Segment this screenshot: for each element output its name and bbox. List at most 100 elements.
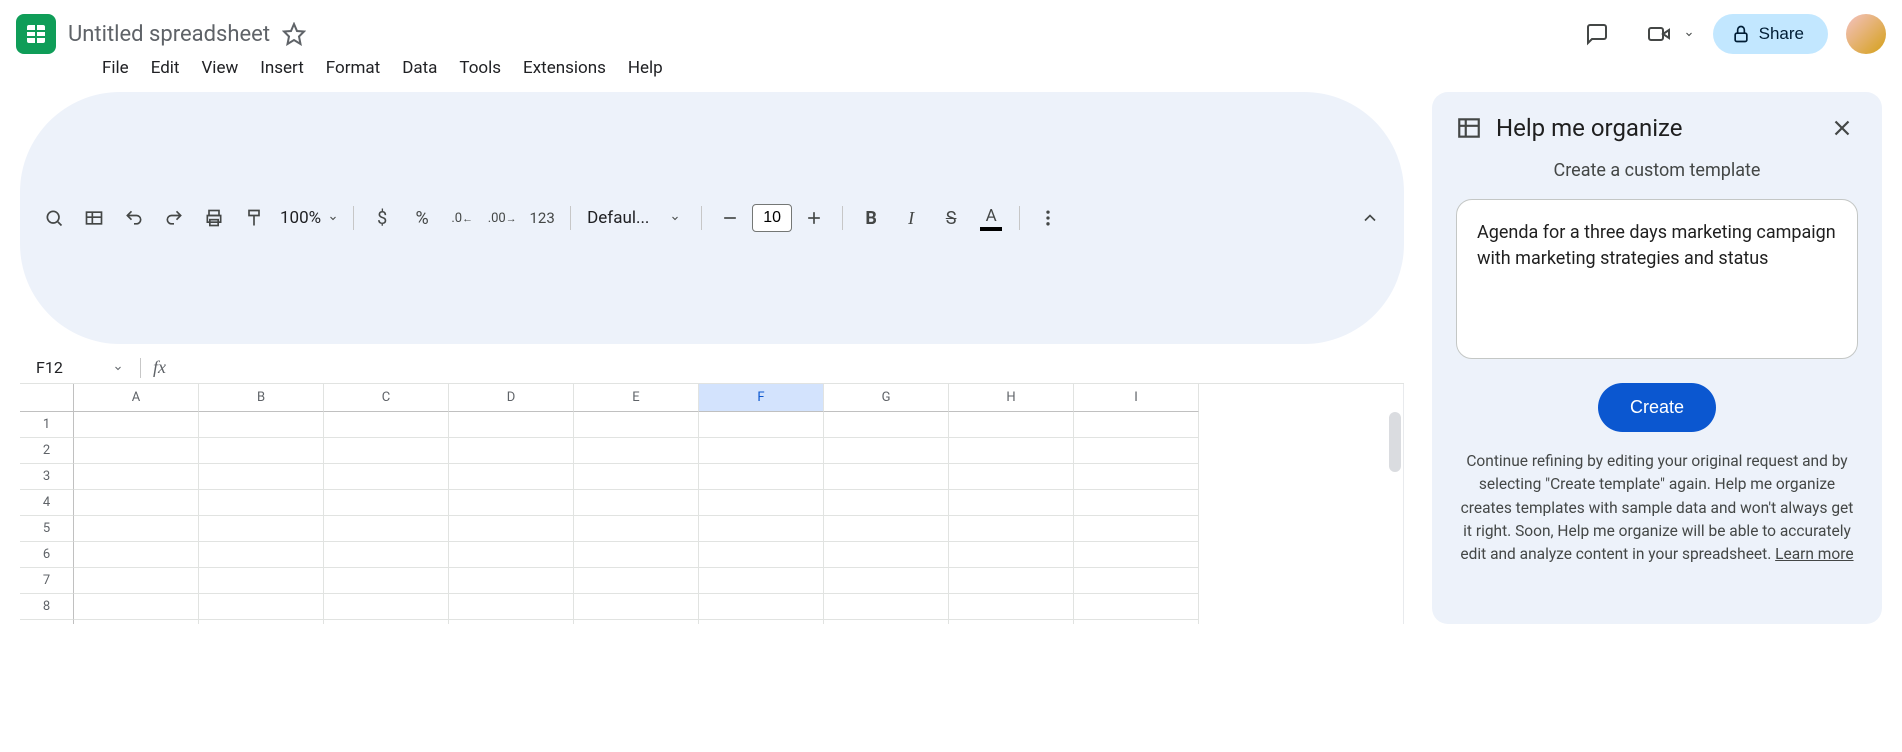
cell[interactable] xyxy=(699,620,824,624)
cell[interactable] xyxy=(199,516,324,542)
cell[interactable] xyxy=(199,568,324,594)
column-header[interactable]: I xyxy=(1074,384,1199,412)
cell[interactable] xyxy=(74,516,199,542)
cell[interactable] xyxy=(449,438,574,464)
row-header[interactable]: 8 xyxy=(20,594,74,620)
cell[interactable] xyxy=(74,594,199,620)
menu-extensions[interactable]: Extensions xyxy=(513,52,616,84)
cell[interactable] xyxy=(199,412,324,438)
cell[interactable] xyxy=(574,516,699,542)
cell[interactable] xyxy=(449,542,574,568)
menu-help[interactable]: Help xyxy=(618,52,673,84)
account-avatar[interactable] xyxy=(1846,14,1886,54)
column-header[interactable]: D xyxy=(449,384,574,412)
cell[interactable] xyxy=(74,542,199,568)
star-icon[interactable] xyxy=(282,22,306,46)
cell[interactable] xyxy=(574,464,699,490)
cell[interactable] xyxy=(949,620,1074,624)
font-family-select[interactable]: Defaul... xyxy=(581,208,691,228)
increase-decimal-icon[interactable]: .00→ xyxy=(484,200,520,236)
cell[interactable] xyxy=(324,568,449,594)
cell[interactable] xyxy=(324,516,449,542)
cell[interactable] xyxy=(949,542,1074,568)
document-title[interactable]: Untitled spreadsheet xyxy=(68,22,270,47)
cell[interactable] xyxy=(449,412,574,438)
menu-edit[interactable]: Edit xyxy=(141,52,190,84)
more-tools-icon[interactable] xyxy=(1030,200,1066,236)
create-button[interactable]: Create xyxy=(1598,383,1716,432)
bold-button[interactable]: B xyxy=(853,200,889,236)
learn-more-link[interactable]: Learn more xyxy=(1775,545,1853,563)
row-header[interactable]: 7 xyxy=(20,568,74,594)
cell[interactable] xyxy=(324,464,449,490)
cell[interactable] xyxy=(574,542,699,568)
cell[interactable] xyxy=(1074,594,1199,620)
column-header[interactable]: F xyxy=(699,384,824,412)
cell[interactable] xyxy=(574,412,699,438)
row-header[interactable]: 1 xyxy=(20,412,74,438)
cell[interactable] xyxy=(949,516,1074,542)
cell[interactable] xyxy=(449,620,574,624)
spreadsheet-grid[interactable]: ABCDEFGHI12345678910111213141516 xyxy=(20,384,1404,624)
cell[interactable] xyxy=(1074,464,1199,490)
column-header[interactable]: E xyxy=(574,384,699,412)
italic-button[interactable]: I xyxy=(893,200,929,236)
decrease-decimal-icon[interactable]: .0← xyxy=(444,200,480,236)
menu-format[interactable]: Format xyxy=(316,52,390,84)
cell[interactable] xyxy=(699,412,824,438)
menu-insert[interactable]: Insert xyxy=(250,52,314,84)
cell[interactable] xyxy=(1074,490,1199,516)
column-header[interactable]: C xyxy=(324,384,449,412)
vertical-scrollbar[interactable] xyxy=(1389,412,1401,472)
cell[interactable] xyxy=(574,620,699,624)
table-view-icon[interactable] xyxy=(76,200,112,236)
paint-format-icon[interactable] xyxy=(236,200,272,236)
cell[interactable] xyxy=(74,490,199,516)
cell[interactable] xyxy=(199,620,324,624)
cell[interactable] xyxy=(699,438,824,464)
cell[interactable] xyxy=(824,516,949,542)
cell[interactable] xyxy=(449,516,574,542)
cell[interactable] xyxy=(949,490,1074,516)
font-size-input[interactable] xyxy=(752,204,792,232)
search-menus-icon[interactable] xyxy=(36,200,72,236)
column-header[interactable]: H xyxy=(949,384,1074,412)
cell[interactable] xyxy=(1074,620,1199,624)
cell[interactable] xyxy=(574,438,699,464)
cell[interactable] xyxy=(824,620,949,624)
redo-icon[interactable] xyxy=(156,200,192,236)
collapse-toolbar-icon[interactable] xyxy=(1352,200,1388,236)
cell[interactable] xyxy=(824,490,949,516)
cell[interactable] xyxy=(1074,438,1199,464)
cell[interactable] xyxy=(699,542,824,568)
cell[interactable] xyxy=(324,438,449,464)
cell[interactable] xyxy=(1074,412,1199,438)
cell[interactable] xyxy=(324,490,449,516)
cell[interactable] xyxy=(324,620,449,624)
cell[interactable] xyxy=(824,568,949,594)
decrease-font-size-icon[interactable] xyxy=(712,200,748,236)
cell[interactable] xyxy=(199,542,324,568)
cell[interactable] xyxy=(1074,542,1199,568)
sheets-logo[interactable] xyxy=(16,14,56,54)
column-header[interactable]: G xyxy=(824,384,949,412)
cell[interactable] xyxy=(74,620,199,624)
cell[interactable] xyxy=(824,412,949,438)
cell[interactable] xyxy=(1074,516,1199,542)
cell[interactable] xyxy=(699,568,824,594)
close-icon[interactable] xyxy=(1826,112,1858,144)
share-button[interactable]: Share xyxy=(1713,14,1828,54)
column-header[interactable]: A xyxy=(74,384,199,412)
cell[interactable] xyxy=(199,594,324,620)
cell[interactable] xyxy=(699,594,824,620)
menu-file[interactable]: File xyxy=(92,52,139,84)
cell[interactable] xyxy=(74,568,199,594)
column-header[interactable]: B xyxy=(199,384,324,412)
cell[interactable] xyxy=(324,594,449,620)
meet-icon[interactable] xyxy=(1637,12,1681,56)
comments-icon[interactable] xyxy=(1575,12,1619,56)
cell[interactable] xyxy=(949,464,1074,490)
cell[interactable] xyxy=(324,542,449,568)
cell[interactable] xyxy=(74,464,199,490)
row-header[interactable]: 4 xyxy=(20,490,74,516)
